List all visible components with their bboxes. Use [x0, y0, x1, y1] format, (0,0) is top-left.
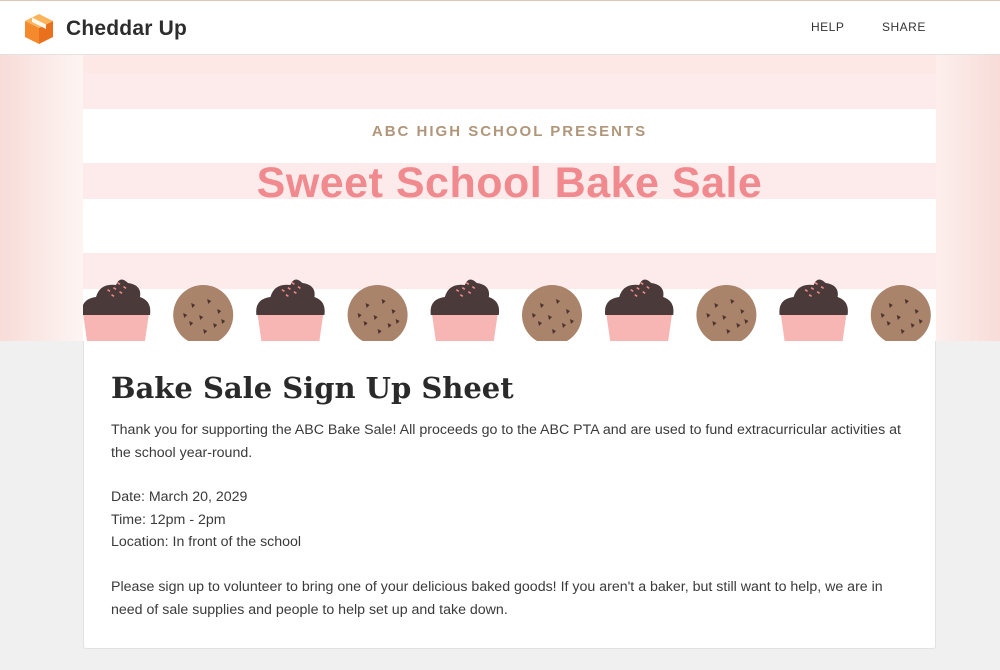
cupcake-icon: [256, 279, 325, 341]
treats-row: [83, 279, 931, 341]
cookie-icon: [522, 285, 582, 341]
cookie-icon: [870, 285, 931, 341]
cupcake-icon: [430, 279, 500, 341]
top-navbar: Cheddar Up HELP SHARE: [0, 0, 1000, 55]
event-date: Date: March 20, 2029: [111, 489, 248, 505]
banner-title: Sweet School Bake Sale: [256, 159, 763, 207]
event-info: Date: March 20, 2029 Time: 12pm - 2pm Lo…: [111, 486, 911, 554]
cupcake-icon: [83, 279, 151, 341]
cookie-icon: [696, 285, 757, 341]
app-name: Cheddar Up: [66, 17, 188, 40]
cookie-icon: [347, 285, 408, 341]
event-location: Location: In front of the school: [111, 534, 302, 550]
cookie-icon: [173, 285, 234, 341]
cube-logo-icon: [25, 14, 53, 44]
brand-logo[interactable]: Cheddar Up: [22, 12, 187, 46]
event-time: Time: 12pm - 2pm: [111, 511, 226, 528]
share-link[interactable]: SHARE: [882, 20, 926, 34]
intro-paragraph: Thank you for supporting the ABC Bake Sa…: [111, 422, 901, 461]
cupcake-icon: [779, 279, 848, 341]
banner-subtitle: ABC HIGH SCHOOL PRESENTS: [371, 123, 648, 140]
cupcake-icon: [604, 279, 674, 341]
volunteer-paragraph: Please sign up to volunteer to bring one…: [111, 579, 883, 618]
page-title: Bake Sale Sign Up Sheet: [111, 371, 514, 405]
banner-stripe: [83, 55, 936, 73]
help-link[interactable]: HELP: [811, 20, 844, 34]
event-details-card: Bake Sale Sign Up Sheet Thank you for su…: [83, 341, 936, 649]
event-banner-image: ABC HIGH SCHOOL PRESENTS Sweet School Ba…: [83, 55, 936, 341]
